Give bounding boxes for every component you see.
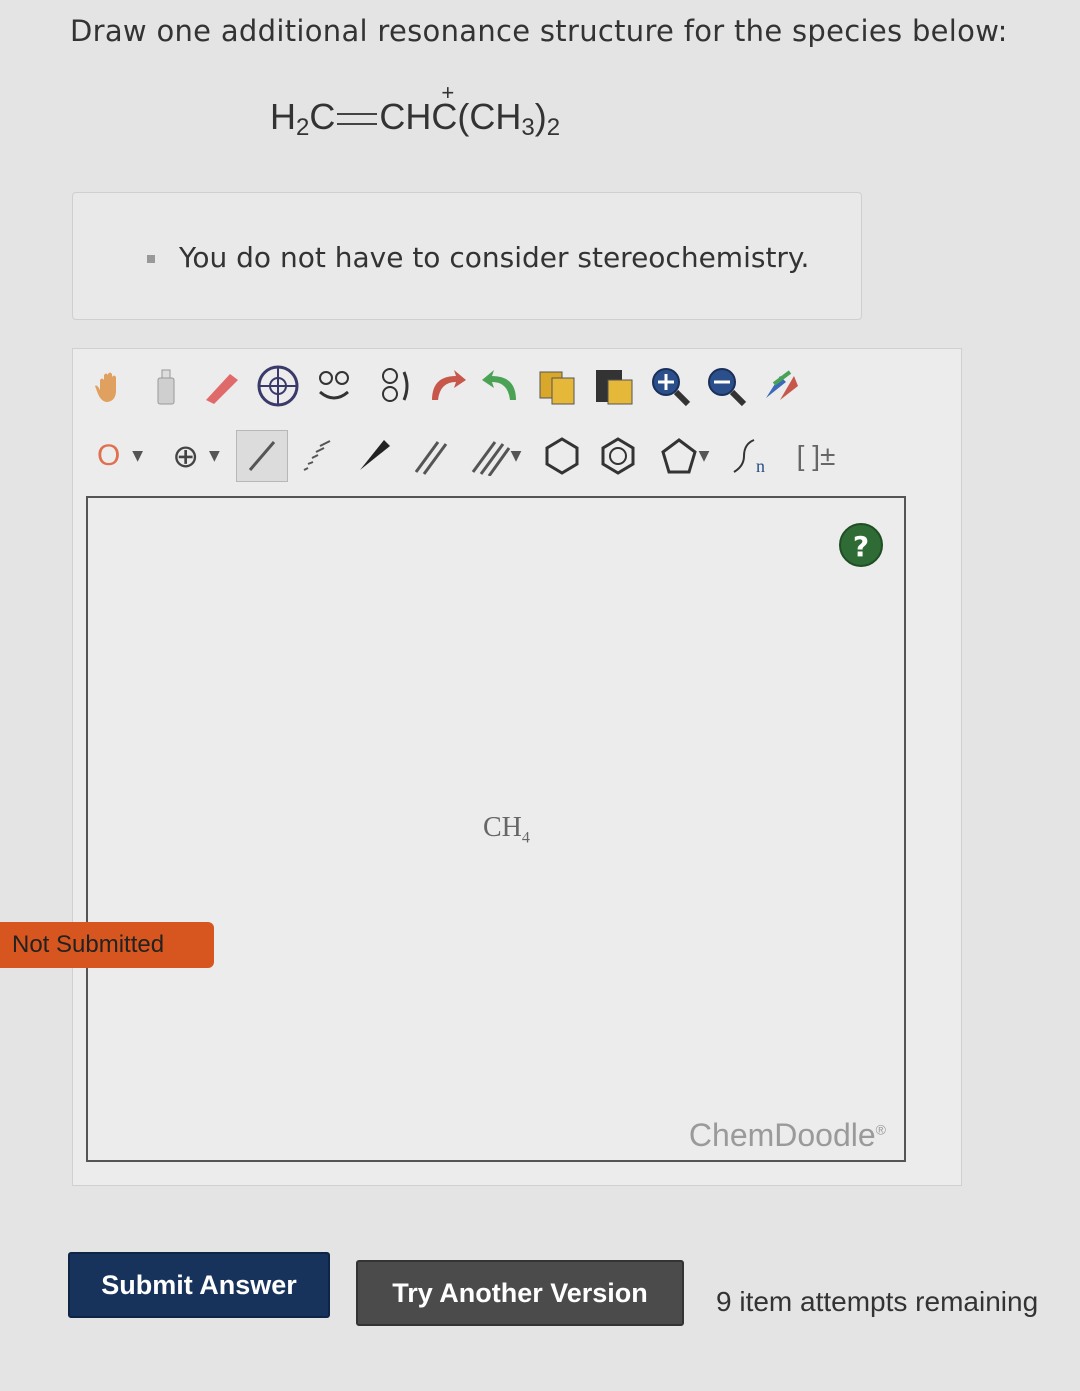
- double-bond: [337, 113, 378, 126]
- status-badge: Not Submitted: [0, 922, 214, 968]
- toolbar-row-1: [84, 356, 812, 416]
- carbocation: + C: [431, 80, 458, 137]
- charge-selector[interactable]: ⊕ ▼: [160, 430, 232, 482]
- paste-icon[interactable]: [588, 360, 640, 412]
- flip-horizontal-icon[interactable]: [308, 360, 360, 412]
- cyclohexane-tool[interactable]: [536, 430, 588, 482]
- copy-icon[interactable]: [532, 360, 584, 412]
- clean-icon[interactable]: [756, 360, 808, 412]
- undo-icon[interactable]: [420, 360, 472, 412]
- chemical-formula: H2C CH + C(CH3)2: [270, 80, 561, 141]
- wedge-bond-tool[interactable]: [348, 430, 400, 482]
- triple-bond-tool[interactable]: ▼: [460, 430, 532, 482]
- clear-icon[interactable]: [140, 360, 192, 412]
- hand-icon[interactable]: [84, 360, 136, 412]
- zoom-out-icon[interactable]: [700, 360, 752, 412]
- bullet-icon: [147, 255, 155, 263]
- hashed-bond-tool[interactable]: [292, 430, 344, 482]
- bracket-tool[interactable]: [ ]±: [780, 430, 852, 482]
- molecule-label[interactable]: CH4: [483, 812, 530, 848]
- attempts-remaining: 9 item attempts remaining: [716, 1286, 1039, 1317]
- submit-answer-button[interactable]: Submit Answer: [68, 1252, 330, 1318]
- hint-text: You do not have to consider stereochemis…: [179, 241, 810, 274]
- redo-icon[interactable]: [476, 360, 528, 412]
- try-another-version-button[interactable]: Try Another Version: [356, 1260, 684, 1326]
- flip-vertical-icon[interactable]: [364, 360, 416, 412]
- zoom-in-icon[interactable]: [644, 360, 696, 412]
- question-prompt: Draw one additional resonance structure …: [70, 14, 1008, 48]
- double-bond-tool[interactable]: [404, 430, 456, 482]
- center-icon[interactable]: [252, 360, 304, 412]
- chevron-down-icon: ▼: [698, 448, 710, 464]
- chemdoodle-logo: ChemDoodle®: [688, 1117, 886, 1153]
- cyclopentane-tool[interactable]: ▼: [648, 430, 720, 482]
- svg-text:n: n: [756, 456, 765, 476]
- help-icon[interactable]: ?: [839, 523, 883, 567]
- toolbar-row-2: O ▼ ⊕ ▼ ▼ ▼ n [ ]±: [84, 426, 856, 486]
- benzene-tool[interactable]: [592, 430, 644, 482]
- eraser-icon[interactable]: [196, 360, 248, 412]
- single-bond-tool[interactable]: [236, 430, 288, 482]
- drawing-canvas[interactable]: ? CH4 ChemDoodle®: [86, 496, 906, 1162]
- hint-box: You do not have to consider stereochemis…: [72, 192, 862, 320]
- chevron-down-icon: ▼: [209, 448, 220, 464]
- chevron-down-icon: ▼: [132, 448, 144, 464]
- chevron-down-icon: ▼: [510, 448, 522, 464]
- atom-selector[interactable]: O ▼: [84, 430, 156, 482]
- chain-tool[interactable]: n: [724, 430, 776, 482]
